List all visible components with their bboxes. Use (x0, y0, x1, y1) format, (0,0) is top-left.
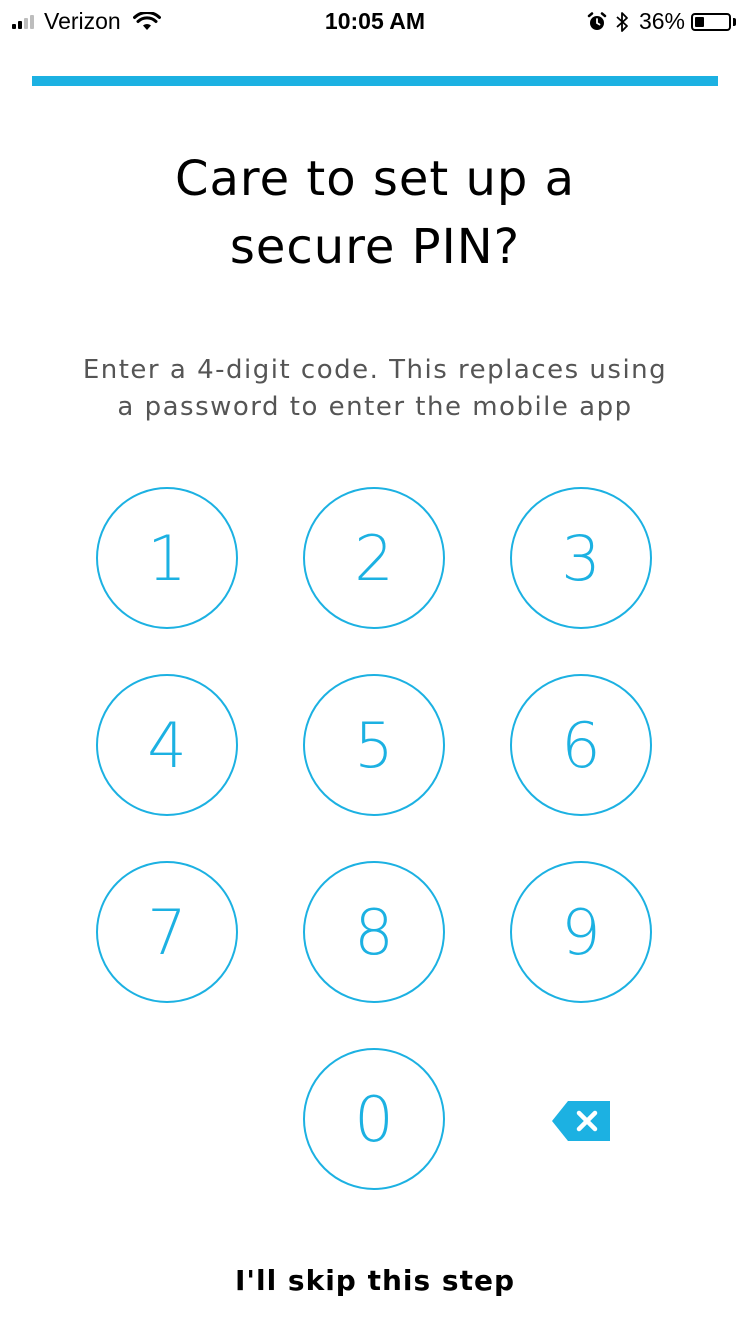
key-2[interactable]: 2 (303, 487, 445, 629)
backspace-icon[interactable] (550, 1099, 612, 1143)
progress-fill (32, 76, 718, 86)
title-line-1: Care to set up a (174, 151, 576, 207)
key-8[interactable]: 8 (303, 861, 445, 1003)
instructions-line-2: a password to enter the mobile app (117, 392, 633, 422)
skip-step-link[interactable]: I'll skip this step (0, 1264, 750, 1297)
battery-tip (733, 17, 736, 26)
battery-percent: 36% (638, 8, 685, 34)
key-4[interactable]: 4 (96, 674, 238, 816)
key-0[interactable]: 0 (303, 1048, 445, 1190)
status-bar: Verizon 10:05 AM 36% (0, 0, 750, 40)
key-6[interactable]: 6 (510, 674, 652, 816)
key-9[interactable]: 9 (510, 861, 652, 1003)
alarm-icon (587, 11, 607, 30)
key-1[interactable]: 1 (96, 487, 238, 629)
battery-level (695, 16, 704, 27)
battery-icon (691, 12, 731, 31)
instructions-text: Enter a 4-digit code. This replaces usin… (60, 352, 690, 426)
bluetooth-icon (616, 11, 628, 32)
title-line-2: secure PIN? (229, 219, 521, 275)
status-right: 36% (587, 8, 736, 35)
progress-bar (32, 76, 718, 86)
key-7[interactable]: 7 (96, 861, 238, 1003)
key-5[interactable]: 5 (303, 674, 445, 816)
instructions-line-1: Enter a 4-digit code. This replaces usin… (82, 355, 668, 385)
key-3[interactable]: 3 (510, 487, 652, 629)
page-title: Care to set up a secure PIN? (40, 145, 710, 281)
